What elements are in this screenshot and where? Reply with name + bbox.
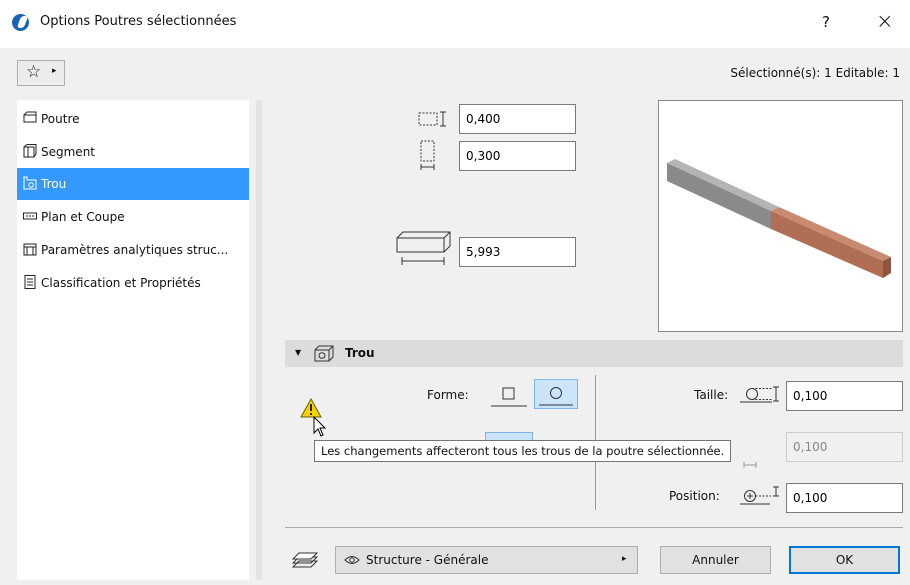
sidebar-item-segment[interactable]: Segment — [17, 136, 249, 168]
hole-section-header[interactable]: ▼ Trou — [285, 340, 903, 367]
sidebar-item-classification[interactable]: Classification et Propriétés — [17, 267, 249, 299]
segment-icon — [23, 144, 37, 158]
dropdown-arrow-icon: ▸ — [622, 554, 627, 564]
sidebar: Poutre Segment Trou Plan et Coupe Paramè… — [17, 100, 249, 580]
title-bar: Options Poutres sélectionnées ? × — [0, 0, 910, 48]
footer-separator — [285, 527, 903, 528]
length-dimension-icon — [396, 231, 451, 265]
sidebar-item-label: Trou — [41, 177, 67, 191]
rectangle-shape-icon — [491, 387, 527, 407]
taille-label: Taille: — [694, 388, 729, 402]
beam-icon — [23, 111, 37, 123]
circle-shape-button[interactable] — [534, 379, 578, 409]
height-field[interactable] — [459, 104, 576, 134]
app-icon — [12, 14, 29, 31]
eye-icon — [344, 556, 360, 564]
position-field[interactable] — [786, 483, 903, 513]
sidebar-item-label: Segment — [41, 145, 95, 159]
selection-info: Sélectionné(s): 1 Editable: 1 — [730, 66, 900, 80]
panel-splitter[interactable] — [256, 100, 262, 580]
favorites-button[interactable]: ☆ ▸ — [17, 60, 65, 86]
window-title: Options Poutres sélectionnées — [40, 14, 237, 29]
hole-second-field — [786, 432, 903, 462]
rectangle-shape-button[interactable] — [487, 379, 531, 409]
analytic-params-icon — [23, 243, 37, 256]
sidebar-item-label: Paramètres analytiques struc... — [41, 243, 229, 257]
hole-section-icon — [314, 345, 334, 362]
structure-favorites-dropdown[interactable]: Structure - Générale ▸ — [335, 546, 638, 574]
position-label: Position: — [669, 489, 720, 503]
dropdown-arrow-icon: ▸ — [52, 66, 57, 76]
help-button[interactable]: ? — [822, 13, 830, 31]
length-field[interactable] — [459, 237, 576, 267]
warning-tooltip: Les changements affecteront tous les tro… — [314, 440, 732, 462]
sidebar-item-label: Poutre — [41, 112, 80, 126]
circle-shape-icon — [539, 387, 573, 406]
sidebar-item-label: Classification et Propriétés — [41, 276, 201, 290]
classification-icon — [24, 275, 36, 289]
favorites-label: Structure - Générale — [366, 553, 489, 567]
beam-3d-preview[interactable] — [658, 100, 903, 332]
height-dimension-icon — [418, 111, 446, 127]
sidebar-item-poutre[interactable]: Poutre — [17, 103, 249, 135]
star-icon: ☆ — [26, 62, 42, 82]
hole-position-icon — [740, 486, 779, 505]
sidebar-item-parametres-analytiques[interactable]: Paramètres analytiques struc... — [17, 234, 249, 266]
cancel-button[interactable]: Annuler — [660, 546, 771, 574]
sidebar-item-label: Plan et Coupe — [41, 210, 125, 224]
warning-icon — [300, 398, 322, 418]
section-title: Trou — [345, 346, 375, 360]
mouse-cursor-icon — [313, 416, 327, 437]
collapse-triangle-icon[interactable]: ▼ — [295, 348, 301, 357]
hole-depth-icon — [743, 462, 757, 468]
layer-favorites-icon[interactable] — [289, 549, 319, 571]
hole-size-icon — [740, 386, 779, 403]
sidebar-item-plan-coupe[interactable]: Plan et Coupe — [17, 201, 249, 233]
hole-icon — [23, 176, 37, 190]
ok-button[interactable]: OK — [789, 546, 900, 574]
sidebar-item-trou[interactable]: Trou — [17, 168, 249, 200]
width-dimension-icon — [420, 140, 435, 170]
beam-preview-image — [667, 159, 891, 278]
plan-section-icon — [23, 212, 37, 220]
forme-label: Forme: — [427, 388, 469, 402]
taille-field[interactable] — [786, 381, 903, 411]
close-button[interactable]: × — [876, 9, 894, 33]
width-field[interactable] — [459, 141, 576, 171]
